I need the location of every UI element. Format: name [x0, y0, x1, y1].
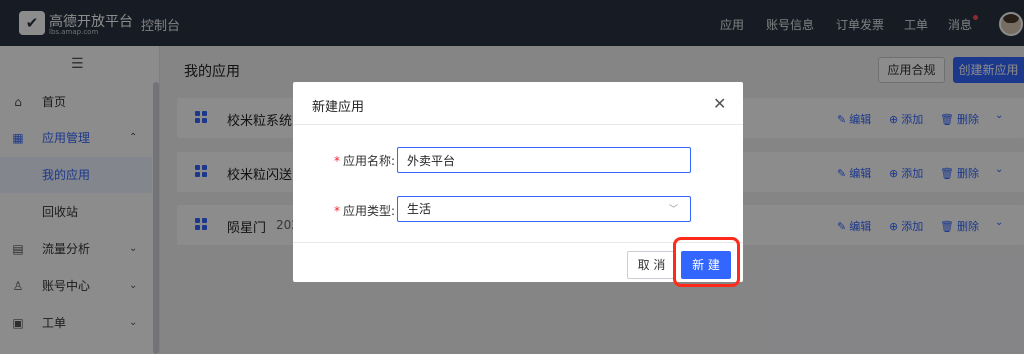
- app-type-label: * 应用类型:: [334, 204, 396, 218]
- cancel-button[interactable]: 取 消: [627, 251, 676, 279]
- app-type-select[interactable]: 生活: [397, 196, 691, 222]
- close-icon[interactable]: ✕: [713, 94, 726, 113]
- create-button[interactable]: 新 建: [681, 251, 731, 279]
- dialog-title: 新建应用: [312, 100, 365, 115]
- chevron-down-icon: ﹀: [669, 205, 679, 215]
- app-name-input[interactable]: [397, 147, 691, 173]
- divider: [293, 124, 743, 125]
- app-name-label: * 应用名称:: [334, 154, 396, 168]
- new-app-dialog: 新建应用 ✕ *应用名称: *应用类型: 生活 ﹀ 取 消 新 建: [293, 82, 743, 287]
